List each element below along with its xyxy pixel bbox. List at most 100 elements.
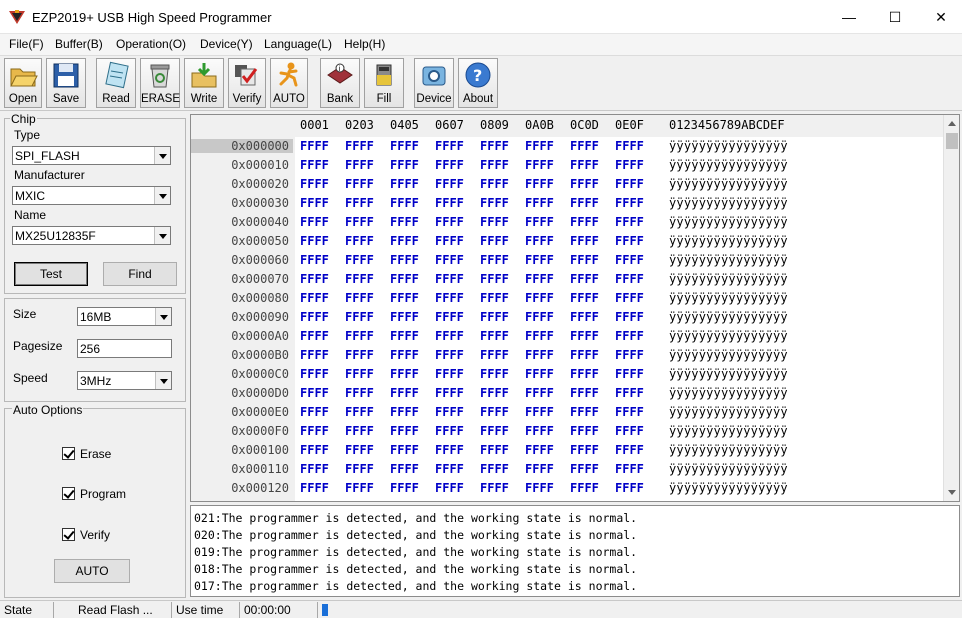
hex-cell[interactable]: FFFF bbox=[435, 367, 464, 381]
ascii-cell[interactable]: ÿÿÿÿÿÿÿÿÿÿÿÿÿÿÿÿ bbox=[669, 424, 788, 438]
hex-cell[interactable]: FFFF bbox=[525, 291, 554, 305]
hex-cell[interactable]: FFFF bbox=[435, 234, 464, 248]
hex-cell[interactable]: FFFF bbox=[390, 215, 419, 229]
hex-cell[interactable]: FFFF bbox=[615, 177, 644, 191]
hex-cell[interactable]: FFFF bbox=[345, 329, 374, 343]
ascii-cell[interactable]: ÿÿÿÿÿÿÿÿÿÿÿÿÿÿÿÿ bbox=[669, 405, 788, 419]
hex-cell[interactable]: FFFF bbox=[480, 424, 509, 438]
hex-cell[interactable]: FFFF bbox=[615, 139, 644, 153]
hex-cell[interactable]: FFFF bbox=[525, 348, 554, 362]
hex-cell[interactable]: FFFF bbox=[300, 405, 329, 419]
hex-cell[interactable]: FFFF bbox=[615, 367, 644, 381]
ascii-cell[interactable]: ÿÿÿÿÿÿÿÿÿÿÿÿÿÿÿÿ bbox=[669, 310, 788, 324]
ascii-cell[interactable]: ÿÿÿÿÿÿÿÿÿÿÿÿÿÿÿÿ bbox=[669, 348, 788, 362]
hex-cell[interactable]: FFFF bbox=[435, 386, 464, 400]
hex-cell[interactable]: FFFF bbox=[570, 234, 599, 248]
hex-cell[interactable]: FFFF bbox=[345, 386, 374, 400]
open-button[interactable]: Open bbox=[4, 58, 42, 108]
hex-cell[interactable]: FFFF bbox=[525, 405, 554, 419]
hex-cell[interactable]: FFFF bbox=[615, 310, 644, 324]
hex-cell[interactable]: FFFF bbox=[390, 462, 419, 476]
hex-cell[interactable]: FFFF bbox=[345, 310, 374, 324]
hex-cell[interactable]: FFFF bbox=[525, 234, 554, 248]
hex-cell[interactable]: FFFF bbox=[525, 196, 554, 210]
menu-buffer[interactable]: Buffer(B) bbox=[55, 37, 103, 51]
hex-cell[interactable]: FFFF bbox=[570, 405, 599, 419]
hex-cell[interactable]: FFFF bbox=[615, 443, 644, 457]
hex-cell[interactable]: FFFF bbox=[435, 196, 464, 210]
hex-cell[interactable]: FFFF bbox=[435, 348, 464, 362]
write-button[interactable]: Write bbox=[184, 58, 224, 108]
hex-cell[interactable]: FFFF bbox=[525, 386, 554, 400]
hex-cell[interactable]: FFFF bbox=[390, 329, 419, 343]
hex-cell[interactable]: FFFF bbox=[570, 386, 599, 400]
hex-cell[interactable]: FFFF bbox=[570, 177, 599, 191]
table-row[interactable]: 0x000120 FFFF FFFF FFFF FFFF FFFF FFFF FFFF FFFF… bbox=[191, 481, 943, 500]
hex-cell[interactable]: FFFF bbox=[525, 253, 554, 267]
menu-help[interactable]: Help(H) bbox=[344, 37, 385, 51]
hex-cell[interactable]: FFFF bbox=[300, 158, 329, 172]
hex-cell[interactable]: FFFF bbox=[300, 329, 329, 343]
hex-cell[interactable]: FFFF bbox=[525, 481, 554, 495]
hex-cell[interactable]: FFFF bbox=[435, 310, 464, 324]
hex-cell[interactable]: FFFF bbox=[435, 139, 464, 153]
hex-cell[interactable]: FFFF bbox=[570, 424, 599, 438]
vertical-scrollbar[interactable] bbox=[943, 115, 959, 501]
hex-cell[interactable]: FFFF bbox=[570, 329, 599, 343]
ascii-cell[interactable]: ÿÿÿÿÿÿÿÿÿÿÿÿÿÿÿÿ bbox=[669, 196, 788, 210]
hex-cell[interactable]: FFFF bbox=[345, 253, 374, 267]
hex-cell[interactable]: FFFF bbox=[615, 234, 644, 248]
hex-cell[interactable]: FFFF bbox=[570, 367, 599, 381]
chevron-down-icon[interactable] bbox=[155, 308, 171, 325]
hex-cell[interactable]: FFFF bbox=[480, 310, 509, 324]
chevron-down-icon[interactable] bbox=[155, 372, 171, 389]
hex-cell[interactable]: FFFF bbox=[390, 424, 419, 438]
hex-cell[interactable]: FFFF bbox=[480, 443, 509, 457]
read-button[interactable]: Read bbox=[96, 58, 136, 108]
table-row[interactable]: 0x000000 FFFF FFFF FFFF FFFF FFFF FFFF FFFF FFFF… bbox=[191, 139, 943, 158]
ascii-cell[interactable]: ÿÿÿÿÿÿÿÿÿÿÿÿÿÿÿÿ bbox=[669, 481, 788, 495]
hex-cell[interactable]: FFFF bbox=[345, 481, 374, 495]
ascii-cell[interactable]: ÿÿÿÿÿÿÿÿÿÿÿÿÿÿÿÿ bbox=[669, 234, 788, 248]
size-select[interactable]: 16MB bbox=[77, 307, 172, 326]
hex-cell[interactable]: FFFF bbox=[390, 234, 419, 248]
hex-cell[interactable]: FFFF bbox=[570, 462, 599, 476]
hex-cell[interactable]: FFFF bbox=[390, 291, 419, 305]
hex-cell[interactable]: FFFF bbox=[615, 215, 644, 229]
hex-cell[interactable]: FFFF bbox=[345, 405, 374, 419]
hex-cell[interactable]: FFFF bbox=[570, 291, 599, 305]
hex-cell[interactable]: FFFF bbox=[435, 329, 464, 343]
hex-cell[interactable]: FFFF bbox=[570, 196, 599, 210]
hex-cell[interactable]: FFFF bbox=[300, 139, 329, 153]
hex-cell[interactable]: FFFF bbox=[435, 177, 464, 191]
hex-cell[interactable]: FFFF bbox=[480, 481, 509, 495]
menu-file[interactable]: File(F) bbox=[9, 37, 44, 51]
hex-cell[interactable]: FFFF bbox=[435, 291, 464, 305]
table-row[interactable]: 0x0000F0 FFFF FFFF FFFF FFFF FFFF FFFF FFFF FFFF… bbox=[191, 424, 943, 443]
table-row[interactable]: 0x0000A0 FFFF FFFF FFFF FFFF FFFF FFFF FFFF FFFF… bbox=[191, 329, 943, 348]
hex-cell[interactable]: FFFF bbox=[615, 462, 644, 476]
table-row[interactable]: 0x0000E0 FFFF FFFF FFFF FFFF FFFF FFFF FFFF FFFF… bbox=[191, 405, 943, 424]
hex-cell[interactable]: FFFF bbox=[345, 348, 374, 362]
hex-cell[interactable]: FFFF bbox=[300, 386, 329, 400]
menu-language[interactable]: Language(L) bbox=[264, 37, 332, 51]
ascii-cell[interactable]: ÿÿÿÿÿÿÿÿÿÿÿÿÿÿÿÿ bbox=[669, 462, 788, 476]
hex-cell[interactable]: FFFF bbox=[570, 481, 599, 495]
table-row[interactable]: 0x000100 FFFF FFFF FFFF FFFF FFFF FFFF FFFF FFFF… bbox=[191, 443, 943, 462]
auto-run-button[interactable]: AUTO bbox=[54, 559, 130, 583]
hex-cell[interactable]: FFFF bbox=[435, 481, 464, 495]
ascii-cell[interactable]: ÿÿÿÿÿÿÿÿÿÿÿÿÿÿÿÿ bbox=[669, 272, 788, 286]
chevron-down-icon[interactable] bbox=[154, 147, 170, 164]
ascii-cell[interactable]: ÿÿÿÿÿÿÿÿÿÿÿÿÿÿÿÿ bbox=[669, 443, 788, 457]
hex-cell[interactable]: FFFF bbox=[525, 139, 554, 153]
hex-cell[interactable]: FFFF bbox=[390, 196, 419, 210]
hex-cell[interactable]: FFFF bbox=[480, 348, 509, 362]
scroll-down-icon[interactable] bbox=[948, 490, 956, 495]
hex-editor[interactable]: 0001 0203 0405 0607 0809 0A0B 0C0D 0E0F … bbox=[190, 114, 960, 502]
erase-button[interactable]: ERASE bbox=[140, 58, 180, 108]
hex-cell[interactable]: FFFF bbox=[480, 215, 509, 229]
hex-cell[interactable]: FFFF bbox=[345, 443, 374, 457]
hex-cell[interactable]: FFFF bbox=[435, 443, 464, 457]
hex-cell[interactable]: FFFF bbox=[615, 291, 644, 305]
hex-cell[interactable]: FFFF bbox=[390, 177, 419, 191]
